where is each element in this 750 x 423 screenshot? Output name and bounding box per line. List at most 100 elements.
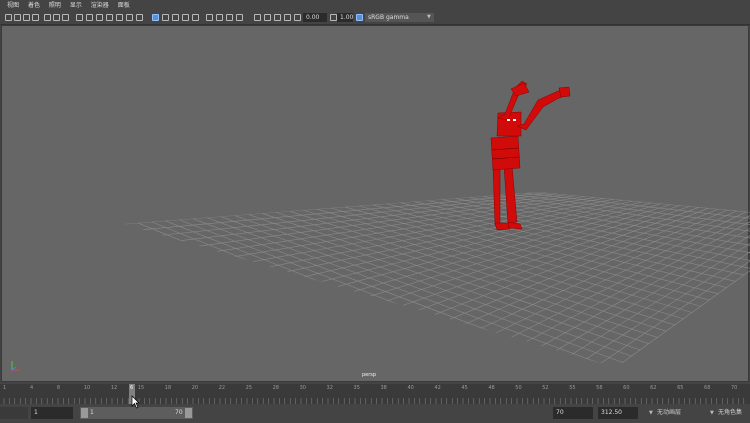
grid-line bbox=[547, 217, 750, 363]
timeline-tick-label: 10 bbox=[83, 385, 91, 391]
depth-of-field-icon[interactable] bbox=[236, 14, 243, 21]
anim-layer-dropdown[interactable]: 无动画层 bbox=[657, 407, 703, 419]
grid-line bbox=[124, 223, 563, 363]
timeline-tick-label: 45 bbox=[461, 385, 468, 391]
grid-line bbox=[401, 208, 718, 340]
timeline-tick-label: 70 bbox=[731, 385, 738, 391]
pencil-icon[interactable] bbox=[53, 14, 60, 21]
camera-name-label: persp bbox=[362, 372, 377, 378]
character-set-dropdown[interactable]: 无角色集 bbox=[718, 407, 746, 419]
safe-action-icon[interactable] bbox=[116, 14, 123, 21]
film-gate-icon[interactable] bbox=[76, 14, 83, 21]
timeline-tick-label: 20 bbox=[191, 385, 199, 391]
shadows-icon[interactable] bbox=[192, 14, 199, 21]
antialias-icon[interactable] bbox=[226, 14, 233, 21]
color-management-icon[interactable] bbox=[356, 14, 363, 21]
timeline-tick-label: 18 bbox=[164, 385, 172, 391]
range-start-handle[interactable] bbox=[81, 408, 88, 418]
range-slider-end-label: 70 bbox=[175, 409, 183, 416]
animation-start-field[interactable]: 1 bbox=[31, 407, 73, 419]
color-space-dropdown[interactable]: sRGB gamma bbox=[365, 13, 434, 22]
timeline-tick-label: 48 bbox=[488, 385, 495, 391]
timeline-tick-label: 58 bbox=[596, 385, 603, 391]
field-chart-icon[interactable] bbox=[106, 14, 113, 21]
bookmark-icon[interactable] bbox=[23, 14, 30, 21]
animation-end-field[interactable]: 70 bbox=[553, 407, 593, 419]
gamma-icon[interactable] bbox=[330, 14, 337, 21]
menu-lighting[interactable]: 照明 bbox=[49, 2, 61, 9]
timeline-tick-label: 40 bbox=[407, 385, 414, 391]
timeline-tick-label: 62 bbox=[650, 385, 657, 391]
menu-show[interactable]: 显示 bbox=[70, 2, 82, 9]
chevron-down-icon: ▼ bbox=[427, 14, 431, 20]
xray-icon[interactable] bbox=[264, 14, 271, 21]
smooth-shade-icon[interactable] bbox=[152, 14, 159, 21]
resolution-gate-icon[interactable] bbox=[86, 14, 93, 21]
textured-icon[interactable] bbox=[172, 14, 179, 21]
menu-renderer[interactable]: 渲染器 bbox=[91, 2, 109, 9]
panel-menu-bar: 视图 着色 照明 显示 渲染器 面板 bbox=[0, 0, 750, 11]
wireframe-on-shaded-icon[interactable] bbox=[162, 14, 169, 21]
timeline-tick-label: 32 bbox=[326, 385, 333, 391]
timeline-tick-label: 68 bbox=[704, 385, 711, 391]
timeline-tick-label: 50 bbox=[515, 385, 522, 391]
playback-speed-field[interactable]: 312.50 bbox=[598, 407, 638, 419]
grid-line bbox=[518, 216, 750, 363]
xray-components-icon[interactable] bbox=[284, 14, 291, 21]
timeline-tick-label: 25 bbox=[245, 385, 253, 391]
timeline-tick-label: 12 bbox=[110, 385, 118, 391]
ground-grid bbox=[124, 192, 750, 363]
gate-mask-icon[interactable] bbox=[96, 14, 103, 21]
perspective-viewport[interactable] bbox=[1, 25, 750, 382]
range-end-handle[interactable] bbox=[185, 408, 192, 418]
timeline-tick-label: 8 bbox=[56, 385, 61, 391]
exposure-icon[interactable] bbox=[294, 14, 301, 21]
lights-icon[interactable] bbox=[182, 14, 189, 21]
timeline-tick-label: 30 bbox=[299, 385, 306, 391]
scene-render bbox=[124, 80, 750, 363]
grid-line bbox=[386, 207, 709, 334]
timeline-tick-label: 60 bbox=[623, 385, 630, 391]
grid-line bbox=[415, 209, 728, 346]
screen-space-ao-icon[interactable] bbox=[206, 14, 213, 21]
exposure-field[interactable]: 0.00 bbox=[303, 13, 327, 22]
timeline-tick-label: 28 bbox=[272, 385, 279, 391]
grid-line bbox=[357, 206, 690, 322]
axis-gizmo-icon bbox=[11, 361, 20, 371]
safe-title-icon[interactable] bbox=[126, 14, 133, 21]
timeline-tick-label: 55 bbox=[569, 385, 576, 391]
menu-view[interactable]: 视图 bbox=[7, 2, 19, 9]
gamma-field[interactable]: 1.00 bbox=[337, 13, 353, 22]
mouse-cursor-icon bbox=[131, 395, 140, 409]
range-slider-start-label: 1 bbox=[90, 409, 94, 416]
panel-toolbar: 0.00 1.00 sRGB gamma ▼ bbox=[0, 11, 750, 25]
menu-panels[interactable]: 面板 bbox=[118, 2, 130, 9]
motion-blur-icon[interactable] bbox=[216, 14, 223, 21]
timeline-tick-label: 4 bbox=[29, 385, 34, 391]
grid-toggle-icon[interactable] bbox=[62, 14, 69, 21]
grease-pencil-icon[interactable] bbox=[44, 14, 51, 21]
range-slider-bar: 1 1 70 70 312.50 ▼ 无动画层 ▼ 无角色集 bbox=[0, 404, 750, 423]
timeline-tick-label: 15 bbox=[137, 385, 145, 391]
grid-line bbox=[413, 201, 745, 276]
grid-line bbox=[561, 218, 750, 363]
timeline-tick-label: 52 bbox=[542, 385, 549, 391]
time-slider[interactable]: 1 4 8 10 12 15 18 20 22 25 28 30 32 35 38 40 42 45 48 50 52 5… bbox=[0, 384, 750, 404]
xray-joints-icon[interactable] bbox=[274, 14, 281, 21]
chevron-down-icon: ▼ bbox=[710, 410, 714, 416]
timeline-tick-label: 35 bbox=[353, 385, 360, 391]
timeline-tick-label: 38 bbox=[380, 385, 387, 391]
timeline-tick-label: 65 bbox=[677, 385, 684, 391]
wireframe-icon[interactable] bbox=[136, 14, 143, 21]
image-plane-icon[interactable] bbox=[32, 14, 39, 21]
isolate-select-icon[interactable] bbox=[254, 14, 261, 21]
chevron-down-icon: ▼ bbox=[649, 410, 653, 416]
timeline-tick-label: 42 bbox=[434, 385, 441, 391]
grid-line bbox=[137, 222, 571, 363]
current-frame-label: 6 bbox=[130, 385, 134, 391]
timeline-tick-label: 1 bbox=[3, 385, 7, 391]
camera-attributes-icon[interactable] bbox=[14, 14, 21, 21]
timeline-tick-label: 22 bbox=[218, 385, 226, 391]
menu-shading[interactable]: 着色 bbox=[28, 2, 40, 9]
select-camera-icon[interactable] bbox=[5, 14, 12, 21]
